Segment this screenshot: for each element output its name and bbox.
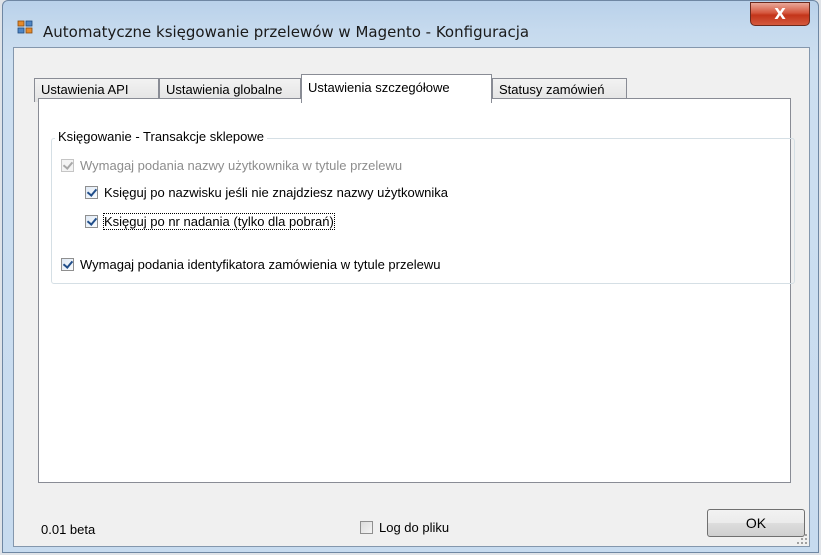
checkbox[interactable] xyxy=(61,159,74,172)
tab-ustawienia-szczegolowe[interactable]: Ustawienia szczegółowe xyxy=(301,74,492,103)
checkbox[interactable] xyxy=(85,186,98,199)
window-title: Automatyczne księgowanie przelewów w Mag… xyxy=(43,23,530,41)
ok-button[interactable]: OK xyxy=(707,509,805,537)
log-checkbox-label: Log do pliku xyxy=(379,520,450,535)
version-label: 0.01 beta xyxy=(41,522,96,537)
log-checkbox[interactable] xyxy=(360,521,373,534)
checkbox[interactable] xyxy=(85,215,98,228)
option-surname-fallback[interactable]: Księguj po nazwisku jeśli nie znajdziesz… xyxy=(85,185,448,200)
dialog-client-area: Ustawienia API Ustawienia globalne Ustaw… xyxy=(13,47,810,547)
checkbox-label: Wymagaj podania nazwy użytkownika w tytu… xyxy=(80,158,403,173)
checkbox-label: Księguj po nazwisku jeśli nie znajdziesz… xyxy=(104,185,448,200)
tab-panel: Księgowanie - Transakcje sklepowe Wymaga… xyxy=(38,98,795,483)
app-window: Automatyczne księgowanie przelewów w Mag… xyxy=(2,0,819,553)
checkbox[interactable] xyxy=(61,258,74,271)
checkbox-label: Wymagaj podania identyfikatora zamówieni… xyxy=(80,257,441,272)
log-to-file-option[interactable]: Log do pliku xyxy=(360,520,449,535)
checkbox-label: Księguj po nr nadania (tylko dla pobrań) xyxy=(103,213,335,230)
group-title: Księgowanie - Transakcje sklepowe xyxy=(55,129,267,144)
option-shipment-number[interactable]: Księguj po nr nadania (tylko dla pobrań) xyxy=(85,213,335,230)
resize-grip-icon[interactable] xyxy=(797,534,807,544)
close-icon: X xyxy=(774,5,786,23)
option-require-username[interactable]: Wymagaj podania nazwy użytkownika w tytu… xyxy=(61,158,402,173)
app-window-icon xyxy=(17,20,33,34)
close-button[interactable]: X xyxy=(750,2,810,26)
title-bar[interactable]: Automatyczne księgowanie przelewów w Mag… xyxy=(3,1,818,47)
option-require-order-id[interactable]: Wymagaj podania identyfikatora zamówieni… xyxy=(61,257,440,272)
